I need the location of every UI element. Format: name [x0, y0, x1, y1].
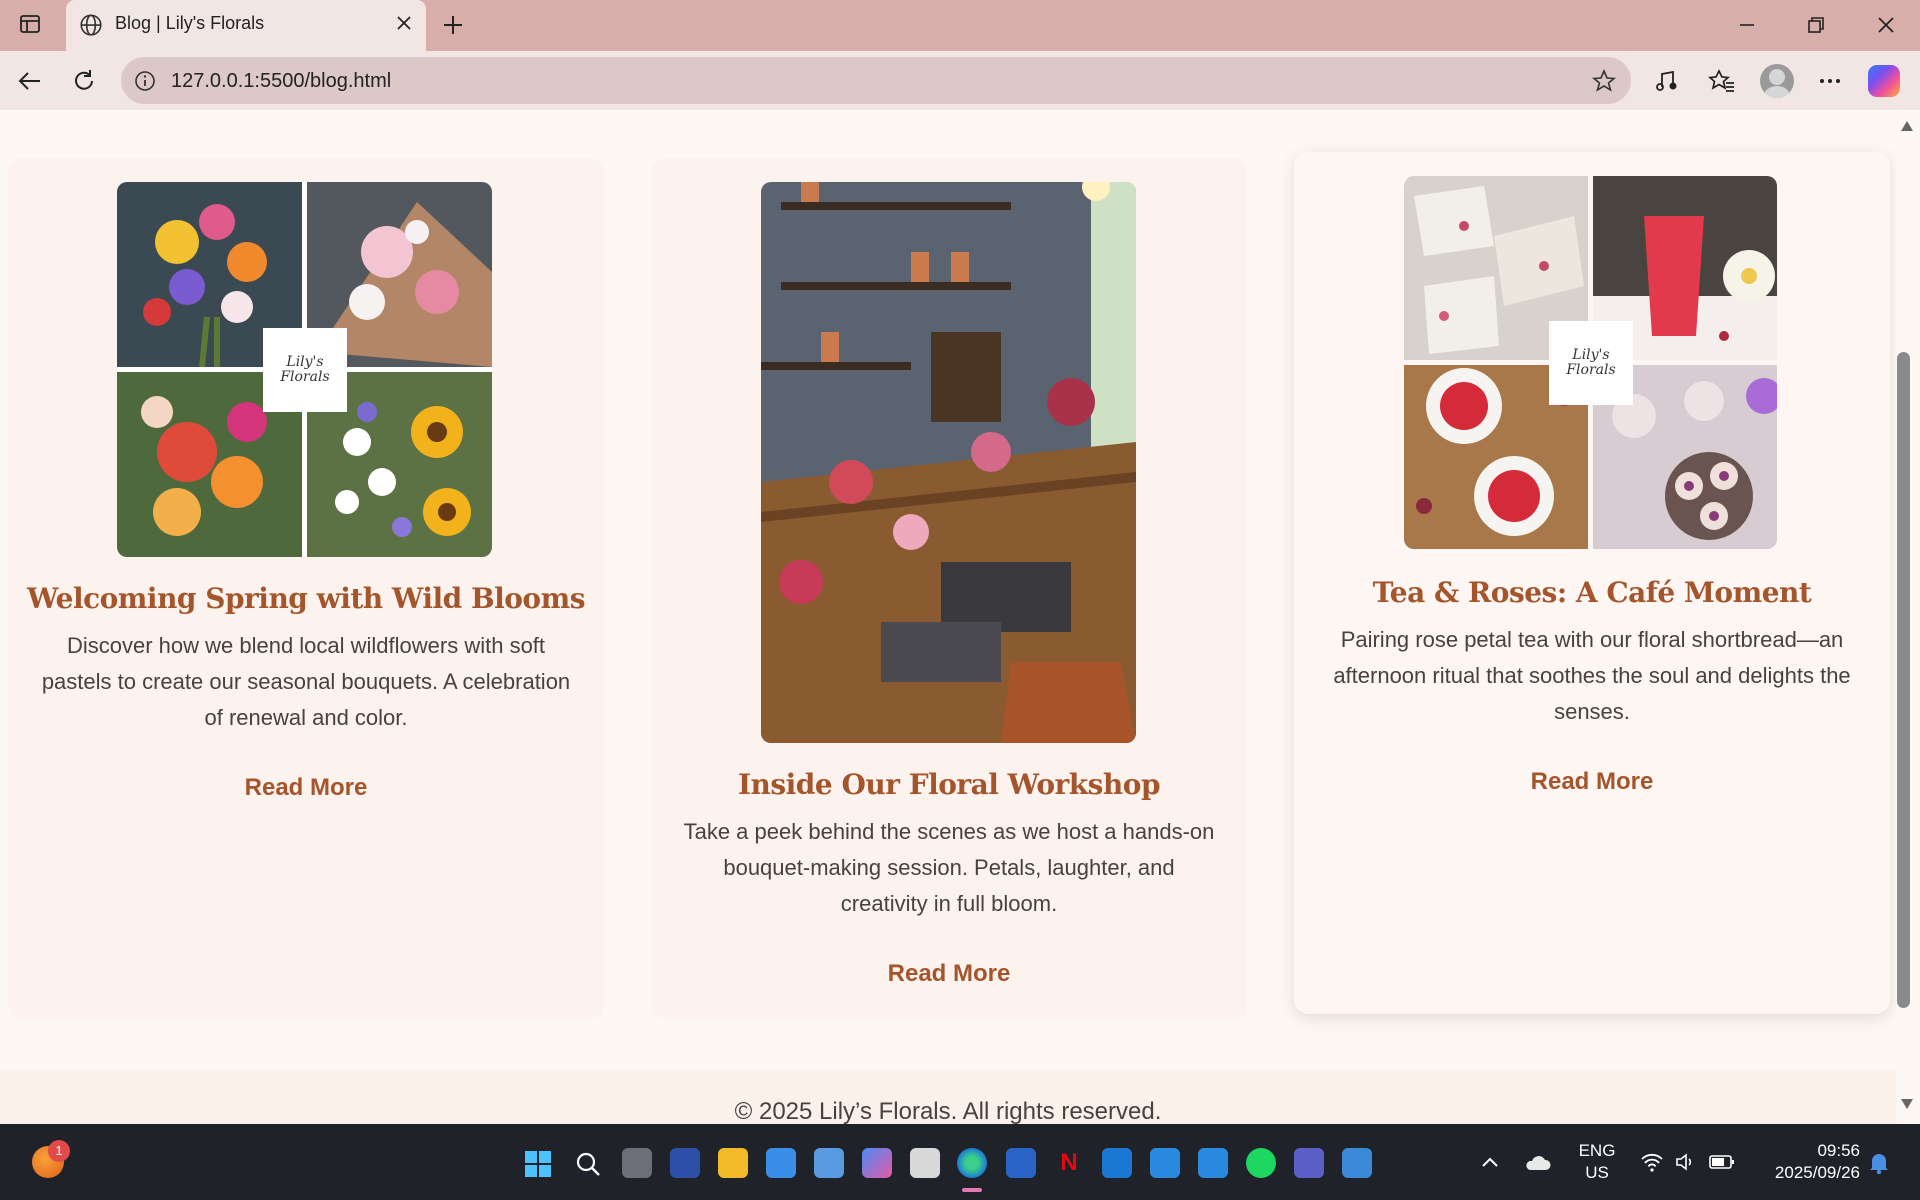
profile-avatar[interactable]	[1760, 64, 1794, 98]
post-excerpt: Pairing rose petal tea with our floral s…	[1333, 627, 1851, 724]
new-tab-icon[interactable]	[440, 12, 466, 38]
globe-icon	[80, 14, 102, 36]
chevron-up-icon[interactable]	[1480, 1154, 1500, 1170]
file-explorer-icon[interactable]	[718, 1148, 748, 1178]
active-app-indicator	[962, 1188, 982, 1192]
start-windows-icon[interactable]	[524, 1150, 552, 1178]
app-icon[interactable]	[1198, 1148, 1228, 1178]
scroll-down-arrow-icon[interactable]	[1900, 1098, 1914, 1110]
post-excerpt: Discover how we blend local wildflowers …	[41, 633, 571, 730]
store-icon[interactable]	[766, 1148, 796, 1178]
post-title: Tea & Roses: A Café Moment	[1372, 576, 1812, 609]
outlook-icon[interactable]	[1102, 1148, 1132, 1178]
scrollbar-thumb[interactable]	[1897, 352, 1910, 1008]
browser-tab[interactable]: Blog | Lily's Florals	[66, 0, 426, 51]
workshop-photo	[761, 182, 1136, 743]
read-more-link[interactable]: Read More	[8, 774, 604, 802]
favorites-icon[interactable]	[1708, 67, 1736, 95]
notification-bell-icon[interactable]	[1866, 1150, 1892, 1176]
lilys-florals-logo: Lily's Florals	[263, 328, 347, 412]
scroll-up-arrow-icon[interactable]	[1900, 120, 1914, 132]
media-icon[interactable]	[1654, 67, 1682, 95]
close-tab-icon[interactable]	[394, 13, 414, 33]
teams-icon[interactable]	[1294, 1148, 1324, 1178]
read-more-link[interactable]: Read More	[1294, 768, 1890, 796]
blog-card: Lily's Florals Tea & Roses: A Café Moment…	[1294, 152, 1890, 1014]
back-arrow-icon[interactable]	[16, 67, 44, 95]
wifi-icon[interactable]	[1640, 1150, 1664, 1174]
post-title: Inside Our Floral Workshop	[737, 768, 1161, 801]
task-view-icon[interactable]	[622, 1148, 652, 1178]
netflix-icon[interactable]: N	[1054, 1148, 1084, 1178]
browser-toolbar: 127.0.0.1:5500/blog.html	[0, 51, 1920, 110]
tab-title: Blog | Lily's Florals	[115, 13, 265, 33]
lilys-florals-logo: Lily's Florals	[1549, 321, 1633, 405]
vscode-icon[interactable]	[1150, 1148, 1180, 1178]
video-app-icon[interactable]	[910, 1148, 940, 1178]
edge-browser-icon[interactable]	[957, 1148, 987, 1178]
post-excerpt: Take a peek behind the scenes as we host…	[683, 819, 1215, 916]
word-icon[interactable]	[1006, 1148, 1036, 1178]
favorite-star-icon[interactable]	[1591, 68, 1617, 94]
bouquet-collage-image: Lily's Florals	[117, 182, 492, 557]
notification-badge: 1	[48, 1140, 70, 1162]
photos-icon[interactable]	[1342, 1148, 1372, 1178]
onedrive-cloud-icon[interactable]	[1524, 1152, 1552, 1172]
footer-copyright: © 2025 Lily’s Florals. All rights reserv…	[734, 1098, 1162, 1124]
sidebar-toggle-icon[interactable]	[18, 12, 42, 36]
site-info-icon[interactable]	[133, 69, 157, 93]
restore-icon[interactable]	[1803, 12, 1829, 38]
battery-icon[interactable]	[1708, 1152, 1736, 1172]
app-icon[interactable]	[814, 1148, 844, 1178]
volume-icon[interactable]	[1674, 1150, 1698, 1174]
copilot-icon[interactable]	[1868, 65, 1900, 97]
blog-card: Lily's Florals Welcoming Spring with Wild…	[8, 158, 604, 1020]
minimize-icon[interactable]	[1734, 12, 1760, 38]
more-menu-icon[interactable]	[1816, 67, 1844, 95]
page-viewport: Lily's Florals Welcoming Spring with Wild…	[0, 110, 1896, 1124]
bing-icon[interactable]	[670, 1148, 700, 1178]
url-text[interactable]: 127.0.0.1:5500/blog.html	[171, 70, 391, 93]
copilot-app-icon[interactable]	[862, 1148, 892, 1178]
search-icon[interactable]	[574, 1150, 602, 1178]
address-bar[interactable]: 127.0.0.1:5500/blog.html	[121, 57, 1631, 104]
tea-and-roses-collage-image: Lily's Florals	[1404, 176, 1777, 549]
read-more-link[interactable]: Read More	[651, 960, 1247, 988]
post-title: Welcoming Spring with Wild Blooms	[26, 582, 586, 615]
language-indicator[interactable]: ENG US	[1572, 1140, 1622, 1184]
blog-card: Inside Our Floral Workshop Take a peek b…	[651, 158, 1247, 1020]
spotify-icon[interactable]	[1246, 1148, 1276, 1178]
refresh-icon[interactable]	[70, 67, 98, 95]
close-window-icon[interactable]	[1873, 12, 1899, 38]
browser-title-bar: Blog | Lily's Florals	[0, 0, 1920, 51]
clock[interactable]: 09:56 2025/09/26	[1750, 1140, 1860, 1184]
